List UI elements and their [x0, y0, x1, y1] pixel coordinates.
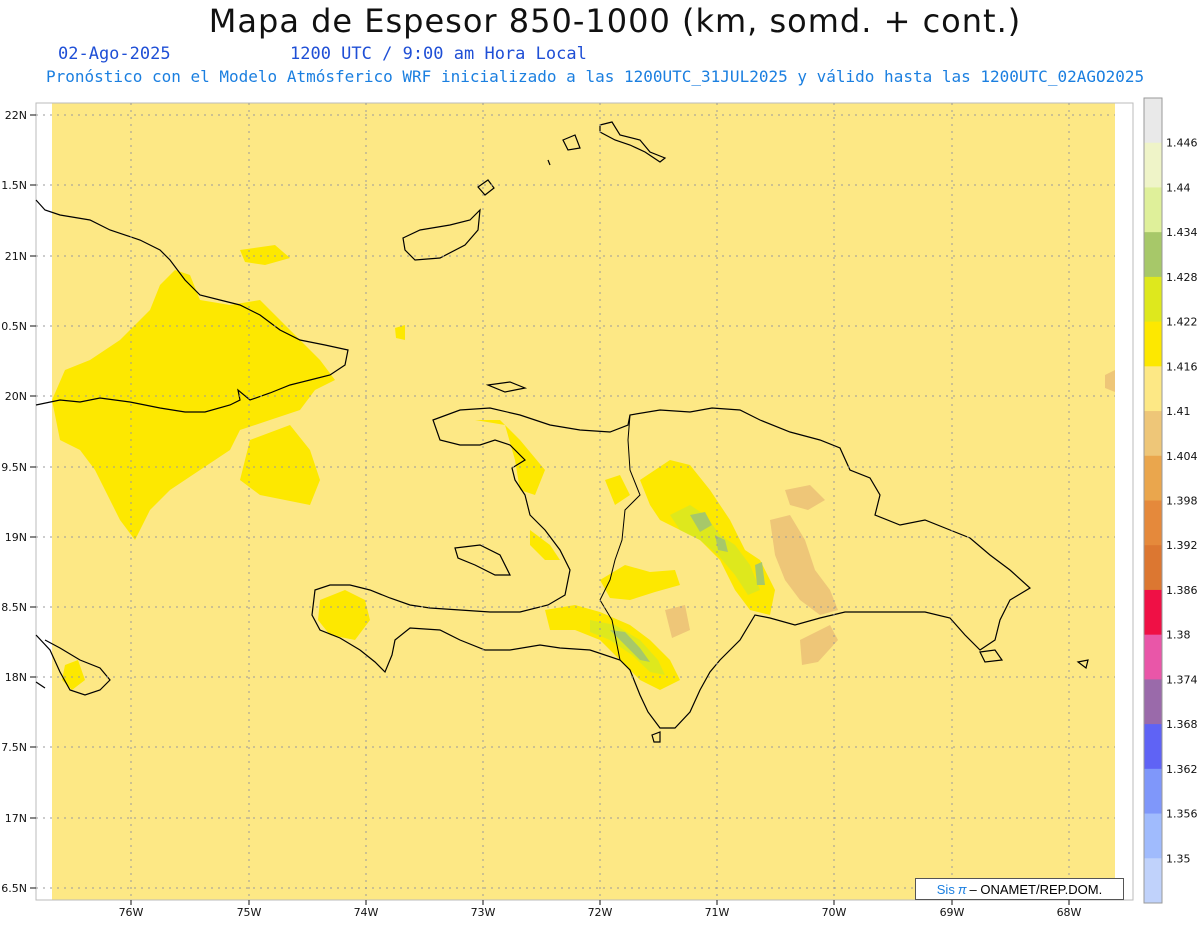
legend-label: 1.404 — [1166, 450, 1198, 463]
legend-label: 1.416 — [1166, 360, 1198, 373]
legend-label: 1.35 — [1166, 852, 1191, 865]
lon-label: 73W — [471, 906, 496, 919]
legend-label: 1.368 — [1166, 718, 1198, 731]
legend-swatch — [1144, 142, 1162, 188]
lat-label: 6.5N — [1, 882, 27, 895]
legend-swatch — [1144, 98, 1162, 144]
color-legend: 1.446 1.44 1.434 1.428 1.422 1.416 1.41 1.404 1.… — [1143, 97, 1198, 904]
lat-label: 18N — [5, 671, 27, 684]
legend-label: 1.38 — [1166, 629, 1191, 642]
lon-label: 71W — [705, 906, 730, 919]
legend-swatch — [1144, 232, 1162, 278]
legend-label: 1.434 — [1166, 226, 1198, 239]
legend-swatch — [1144, 276, 1162, 323]
thickness-map: 22N 1.5N 21N 0.5N 20N 9.5N 19N 8.5N 18N … — [1, 97, 1198, 919]
lon-label: 68W — [1057, 906, 1082, 919]
lat-label: 17N — [5, 812, 27, 825]
lat-label: 1.5N — [1, 179, 27, 192]
lon-label: 76W — [119, 906, 144, 919]
legend-swatch — [1144, 813, 1162, 859]
lat-label: 20N — [5, 390, 27, 403]
lon-label: 74W — [354, 906, 379, 919]
legend-swatch — [1144, 366, 1162, 412]
map-background — [52, 103, 1115, 900]
legend-swatch — [1144, 411, 1162, 457]
legend-label: 1.422 — [1166, 316, 1198, 329]
lat-label: 7.5N — [1, 741, 27, 754]
legend-swatch — [1144, 545, 1162, 591]
legend-label: 1.41 — [1166, 405, 1191, 418]
latitude-labels: 22N 1.5N 21N 0.5N 20N 9.5N 19N 8.5N 18N … — [1, 109, 27, 895]
legend-label: 1.374 — [1166, 673, 1198, 686]
credit-pi: π — [957, 881, 967, 897]
legend-swatch — [1144, 679, 1162, 725]
legend-label: 1.44 — [1166, 181, 1191, 194]
lon-label: 75W — [237, 906, 262, 919]
legend-label: 1.362 — [1166, 763, 1198, 776]
lat-label: 21N — [5, 250, 27, 263]
legend-swatch — [1144, 455, 1162, 501]
legend-label: 1.398 — [1166, 495, 1198, 508]
legend-label: 1.392 — [1166, 539, 1198, 552]
legend-label: 1.386 — [1166, 584, 1198, 597]
legend-swatch — [1144, 634, 1162, 680]
credit-box: Sis π – ONAMET/REP.DOM. — [915, 878, 1124, 900]
legend-swatch — [1144, 589, 1162, 636]
legend-label: 1.428 — [1166, 271, 1198, 284]
legend-label: 1.446 — [1166, 137, 1198, 150]
longitude-ticks — [130, 900, 1070, 905]
lon-label: 72W — [588, 906, 613, 919]
latitude-ticks — [30, 114, 36, 889]
lat-label: 8.5N — [1, 601, 27, 614]
lon-label: 70W — [822, 906, 847, 919]
legend-swatch — [1144, 500, 1162, 546]
legend-swatch — [1144, 724, 1162, 770]
lat-label: 0.5N — [1, 320, 27, 333]
credit-text: – ONAMET/REP.DOM. — [969, 881, 1103, 897]
lat-label: 22N — [5, 109, 27, 122]
lat-label: 9.5N — [1, 461, 27, 474]
legend-swatch — [1144, 321, 1162, 367]
longitude-labels: 76W 75W 74W 73W 72W 71W 70W 69W 68W — [119, 906, 1082, 919]
legend-swatch — [1144, 768, 1162, 815]
lat-label: 19N — [5, 531, 27, 544]
lon-label: 69W — [940, 906, 965, 919]
legend-swatch — [1144, 187, 1162, 233]
credit-sis: Sis — [936, 881, 955, 897]
legend-swatch — [1144, 858, 1162, 904]
legend-label: 1.356 — [1166, 808, 1198, 821]
